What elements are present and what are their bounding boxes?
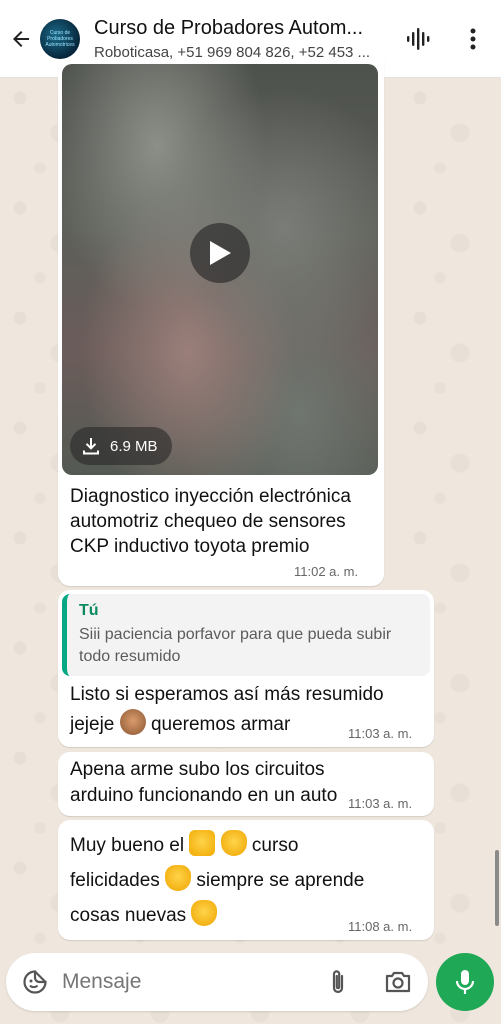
clapping-hands-emoji	[191, 900, 218, 926]
file-size: 6.9 MB	[110, 437, 158, 455]
reply-message[interactable]: Tú Siii paciencia porfavor para que pued…	[58, 590, 434, 747]
message-time: 11:03 a. m.	[348, 796, 413, 811]
chat-info[interactable]: Curso de Probadores Autom... Roboticasa,…	[94, 17, 394, 61]
quote-author: Tú	[79, 602, 99, 619]
scrollbar-thumb[interactable]	[495, 850, 499, 926]
text-message[interactable]: Muy bueno el curso felicidades siempre s…	[58, 820, 434, 940]
message-line: Listo si esperamos así más resumido	[70, 684, 384, 705]
back-button[interactable]	[2, 0, 40, 78]
group-avatar[interactable]: Curso de Probadores Automotrices	[40, 18, 80, 59]
message-fragment: curso	[251, 835, 299, 856]
video-thumbnail[interactable]: 6.9 MB	[62, 64, 378, 475]
camera-icon	[385, 971, 411, 993]
message-fragment: Muy bueno el	[70, 835, 185, 856]
message-time: 11:02 a. m.	[294, 564, 359, 579]
quote-text: Siii paciencia porfavor para que pueda s…	[79, 626, 392, 665]
play-button[interactable]	[190, 223, 250, 283]
voice-message-button[interactable]	[436, 953, 494, 1011]
message-fragment: siempre se aprende	[196, 870, 365, 891]
chat-participants: Roboticasa, +51 969 804 826, +52 453 ...	[94, 43, 371, 61]
text-message[interactable]: Apena arme subo los circuitos arduino fu…	[58, 752, 434, 816]
clapping-hands-emoji	[220, 830, 247, 856]
arrow-left-icon	[13, 30, 29, 47]
camera-button[interactable]	[384, 969, 412, 1000]
message-text: Apena arme subo los circuitos arduino fu…	[70, 759, 338, 806]
message-time: 11:08 a. m.	[348, 919, 413, 934]
microphone-icon	[455, 970, 475, 994]
audio-wave-icon	[407, 28, 430, 50]
avatar-label: Curso de Probadores Automotrices	[45, 29, 75, 48]
voice-chat-button[interactable]	[404, 24, 434, 54]
emoji-button[interactable]	[22, 969, 48, 1000]
clapping-hands-emoji	[165, 865, 192, 891]
download-button[interactable]: 6.9 MB	[70, 427, 172, 465]
message-input[interactable]	[62, 970, 302, 994]
message-fragment: jejeje	[70, 714, 115, 735]
sticker-icon	[23, 970, 47, 994]
quoted-message[interactable]: Tú Siii paciencia porfavor para que pued…	[62, 594, 430, 676]
download-icon	[83, 438, 99, 455]
message-fragment: queremos armar	[150, 714, 291, 735]
play-icon	[210, 241, 231, 265]
chat-title: Curso de Probadores Autom...	[94, 16, 364, 39]
message-time: 11:03 a. m.	[348, 726, 413, 741]
see-no-evil-monkey-emoji	[119, 709, 146, 735]
message-fragment: felicidades	[70, 870, 160, 891]
message-fragment: cosas nuevas	[70, 905, 187, 926]
video-message[interactable]: 6.9 MB Diagnostico inyección electrónica…	[58, 60, 384, 586]
attach-button[interactable]	[326, 968, 350, 1001]
menu-button[interactable]	[458, 24, 488, 54]
more-vertical-icon	[470, 28, 476, 50]
thumbs-up-emoji	[189, 830, 216, 856]
video-caption: Diagnostico inyección electrónica automo…	[70, 486, 351, 557]
message-composer[interactable]	[6, 953, 428, 1011]
paperclip-icon	[332, 970, 344, 994]
message-text: Muy bueno el curso felicidades siempre s…	[70, 828, 424, 933]
